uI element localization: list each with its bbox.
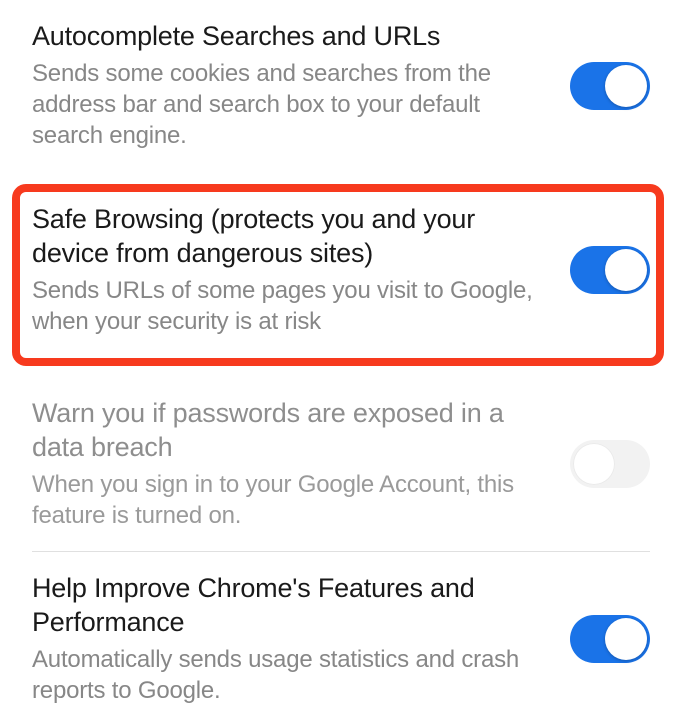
toggle-knob — [605, 618, 647, 660]
row-autocomplete[interactable]: Autocomplete Searches and URLs Sends som… — [0, 0, 680, 171]
toggle-password-breach — [570, 440, 650, 488]
row-text: Warn you if passwords are exposed in a d… — [32, 397, 570, 531]
row-text: Autocomplete Searches and URLs Sends som… — [32, 20, 570, 151]
toggle-knob — [605, 65, 647, 107]
row-text: Safe Browsing (protects you and your dev… — [32, 203, 570, 337]
toggle-knob — [605, 249, 647, 291]
row-improve-chrome[interactable]: Help Improve Chrome's Features and Perfo… — [0, 552, 680, 726]
row-desc: Sends some cookies and searches from the… — [32, 58, 546, 152]
toggle-safe-browsing[interactable] — [570, 246, 650, 294]
row-title: Autocomplete Searches and URLs — [32, 20, 546, 54]
row-text: Help Improve Chrome's Features and Perfo… — [32, 572, 570, 706]
row-safe-browsing[interactable]: Safe Browsing (protects you and your dev… — [0, 171, 680, 367]
row-title: Safe Browsing (protects you and your dev… — [32, 203, 546, 271]
row-title: Help Improve Chrome's Features and Perfo… — [32, 572, 546, 640]
settings-list: Autocomplete Searches and URLs Sends som… — [0, 0, 680, 726]
toggle-improve-chrome[interactable] — [570, 615, 650, 663]
toggle-autocomplete[interactable] — [570, 62, 650, 110]
row-desc: Automatically sends usage statistics and… — [32, 644, 546, 706]
row-password-breach: Warn you if passwords are exposed in a d… — [0, 367, 680, 551]
toggle-knob — [573, 443, 615, 485]
row-desc: Sends URLs of some pages you visit to Go… — [32, 275, 546, 337]
row-desc: When you sign in to your Google Account,… — [32, 469, 546, 531]
row-title: Warn you if passwords are exposed in a d… — [32, 397, 546, 465]
